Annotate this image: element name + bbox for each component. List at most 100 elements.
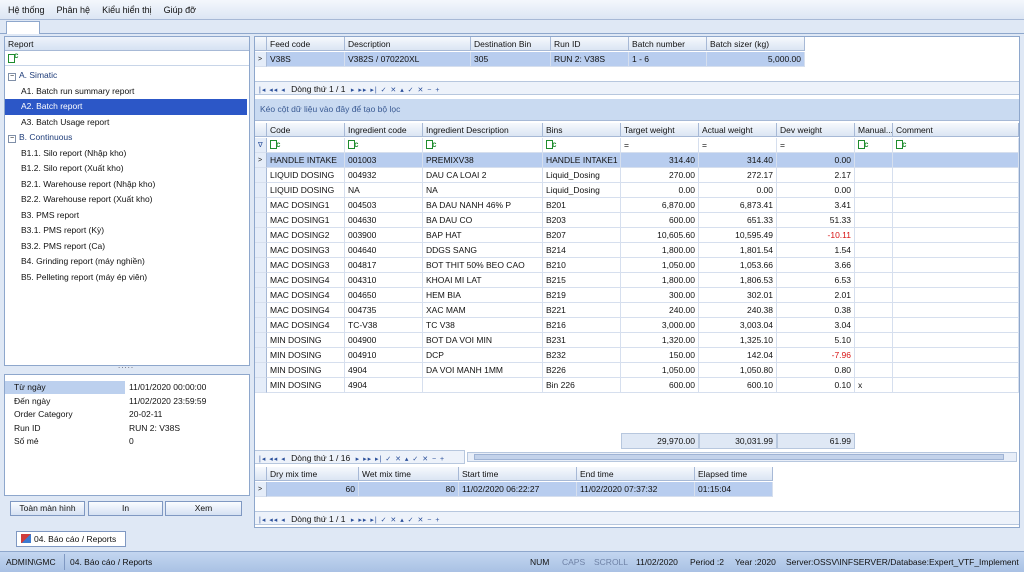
nav-next-last-edit-icons[interactable]: ▸ ▸▸ ▸| ✓ ✕ ▴ ✓ ✕ − + xyxy=(356,456,446,463)
tree-item-b4[interactable]: B4. Grinding report (máy nghiền) xyxy=(5,254,249,270)
col-manual[interactable]: Manual... xyxy=(855,123,893,137)
filter-icon[interactable] xyxy=(270,138,282,152)
tree-item-b3[interactable]: B3. PMS report xyxy=(5,208,249,224)
tree-item-b22[interactable]: B2.2. Warehouse report (Xuất kho) xyxy=(5,192,249,208)
tree-item-a3[interactable]: A3. Batch Usage report xyxy=(5,115,249,131)
batch-grid-navigator[interactable]: |◂ ◂◂ ◂ Dòng thứ 1 / 1 ▸ ▸▸ ▸| ✓ ✕ ▴ ✓ ✕… xyxy=(255,81,1019,95)
table-cell: HEM BIA xyxy=(423,288,543,303)
tree-group-simatic[interactable]: − A. Simatic xyxy=(5,68,249,84)
col-dry-mix-time[interactable]: Dry mix time xyxy=(267,467,359,481)
table-cell xyxy=(423,378,543,393)
row-indicator[interactable] xyxy=(255,228,267,243)
filter-icon[interactable] xyxy=(348,138,360,152)
filter-icon[interactable] xyxy=(546,138,558,152)
nav-first-prev-icons[interactable]: |◂ ◂◂ ◂ xyxy=(259,517,286,524)
table-cell: 004630 xyxy=(345,213,423,228)
filter-icon[interactable] xyxy=(896,138,908,152)
col-start-time[interactable]: Start time xyxy=(459,467,577,481)
tree-item-b21[interactable]: B2.1. Warehouse report (Nhập kho) xyxy=(5,177,249,193)
nav-first-prev-icons[interactable]: |◂ ◂◂ ◂ xyxy=(259,87,286,94)
col-description[interactable]: Description xyxy=(345,37,471,51)
funnel-icon[interactable]: ∇ xyxy=(255,138,267,153)
row-indicator[interactable] xyxy=(255,168,267,183)
row-indicator[interactable] xyxy=(255,258,267,273)
filter-icon[interactable] xyxy=(426,138,438,152)
filter-icon[interactable] xyxy=(8,51,20,63)
ingredient-grid-navigator[interactable]: |◂ ◂◂ ◂ Dòng thứ 1 / 16 ▸ ▸▸ ▸| ✓ ✕ ▴ ✓ … xyxy=(255,450,465,464)
row-indicator[interactable] xyxy=(255,333,267,348)
param-to-date[interactable]: Đến ngày 11/02/2020 23:59:59 xyxy=(5,395,249,409)
row-indicator[interactable] xyxy=(255,363,267,378)
filter-eq[interactable]: = xyxy=(777,138,855,153)
col-end-time[interactable]: End time xyxy=(577,467,695,481)
row-indicator[interactable] xyxy=(255,183,267,198)
tree-item-a1[interactable]: A1. Batch run summary report xyxy=(5,84,249,100)
menu-bar: Hệ thống Phân hệ Kiểu hiển thị Giúp đỡ xyxy=(0,0,1024,20)
col-actual-weight[interactable]: Actual weight xyxy=(699,123,777,137)
col-comment[interactable]: Comment xyxy=(893,123,1019,137)
menu-view[interactable]: Kiểu hiển thị xyxy=(102,5,152,15)
reports-document-tab[interactable]: 04. Báo cáo / Reports xyxy=(16,531,126,547)
scrollbar-thumb[interactable] xyxy=(474,454,1004,460)
tree-item-b12[interactable]: B1.2. Silo report (Xuất kho) xyxy=(5,161,249,177)
collapse-icon[interactable]: − xyxy=(8,135,16,143)
filter-icon[interactable] xyxy=(858,138,870,152)
table-cell: 6.53 xyxy=(777,273,855,288)
col-destination-bin[interactable]: Destination Bin xyxy=(471,37,551,51)
table-cell: 0.10 xyxy=(777,378,855,393)
filter-eq[interactable]: = xyxy=(621,138,699,153)
print-button[interactable]: In xyxy=(88,501,163,516)
col-batch-number[interactable]: Batch number xyxy=(629,37,707,51)
nav-next-last-edit-icons[interactable]: ▸ ▸▸ ▸| ✓ ✕ ▴ ✓ ✕ − + xyxy=(351,517,441,524)
row-indicator[interactable] xyxy=(255,348,267,363)
col-feed-code[interactable]: Feed code xyxy=(267,37,345,51)
filter-eq[interactable]: = xyxy=(699,138,777,153)
nav-next-last-edit-icons[interactable]: ▸ ▸▸ ▸| ✓ ✕ ▴ ✓ ✕ − + xyxy=(351,87,441,94)
horizontal-scrollbar[interactable] xyxy=(467,452,1017,462)
blank-tab[interactable] xyxy=(6,21,40,34)
tree-item-b11[interactable]: B1.1. Silo report (Nhập kho) xyxy=(5,146,249,162)
col-elapsed-time[interactable]: Elapsed time xyxy=(695,467,773,481)
row-indicator[interactable] xyxy=(255,303,267,318)
param-batch-count[interactable]: Số mẻ 0 xyxy=(5,435,249,449)
tree-group-continuous[interactable]: − B. Continuous xyxy=(5,130,249,146)
table-cell: MIN DOSING xyxy=(267,378,345,393)
table-cell xyxy=(893,303,1019,318)
param-from-date[interactable]: Từ ngày 11/01/2020 00:00:00 xyxy=(5,381,249,395)
table-cell: BA DAU CO xyxy=(423,213,543,228)
row-indicator[interactable] xyxy=(255,378,267,393)
collapse-icon[interactable]: − xyxy=(8,73,16,81)
tree-item-b32[interactable]: B3.2. PMS report (Ca) xyxy=(5,239,249,255)
param-order-category[interactable]: Order Category 20-02-11 xyxy=(5,408,249,422)
panel-splitter[interactable] xyxy=(4,361,250,373)
menu-system[interactable]: Hệ thống xyxy=(8,5,45,15)
tree-item-b31[interactable]: B3.1. PMS report (Kỳ) xyxy=(5,223,249,239)
row-indicator[interactable] xyxy=(255,243,267,258)
col-ingredient-code[interactable]: Ingredient code xyxy=(345,123,423,137)
col-wet-mix-time[interactable]: Wet mix time xyxy=(359,467,459,481)
col-code[interactable]: Code xyxy=(267,123,345,137)
fullscreen-button[interactable]: Toàn màn hình xyxy=(10,501,85,516)
tree-item-b5[interactable]: B5. Pelleting report (máy ép viên) xyxy=(5,270,249,286)
col-target-weight[interactable]: Target weight xyxy=(621,123,699,137)
col-bins[interactable]: Bins xyxy=(543,123,621,137)
col-ingredient-description[interactable]: Ingredient Description xyxy=(423,123,543,137)
col-run-id[interactable]: Run ID xyxy=(551,37,629,51)
col-batch-size[interactable]: Batch sizer (kg) xyxy=(707,37,805,51)
row-indicator[interactable] xyxy=(255,213,267,228)
param-run-id[interactable]: Run ID RUN 2: V38S xyxy=(5,422,249,436)
menu-modules[interactable]: Phân hệ xyxy=(57,5,91,15)
row-indicator[interactable] xyxy=(255,198,267,213)
menu-help[interactable]: Giúp đỡ xyxy=(164,5,196,15)
nav-first-prev-icons[interactable]: |◂ ◂◂ ◂ xyxy=(259,456,286,463)
row-indicator[interactable]: > xyxy=(255,153,267,168)
row-indicator[interactable] xyxy=(255,318,267,333)
group-by-hint[interactable]: Kéo cột dữ liệu vào đây để tạo bộ lọc xyxy=(255,99,1019,121)
report-filter-row[interactable] xyxy=(5,51,249,66)
col-dev-weight[interactable]: Dev weight xyxy=(777,123,855,137)
row-indicator[interactable] xyxy=(255,288,267,303)
tree-item-a2[interactable]: A2. Batch report xyxy=(5,99,247,115)
row-indicator[interactable] xyxy=(255,273,267,288)
view-button[interactable]: Xem xyxy=(165,501,242,516)
timing-grid-navigator[interactable]: |◂ ◂◂ ◂ Dòng thứ 1 / 1 ▸ ▸▸ ▸| ✓ ✕ ▴ ✓ ✕… xyxy=(255,511,1019,525)
